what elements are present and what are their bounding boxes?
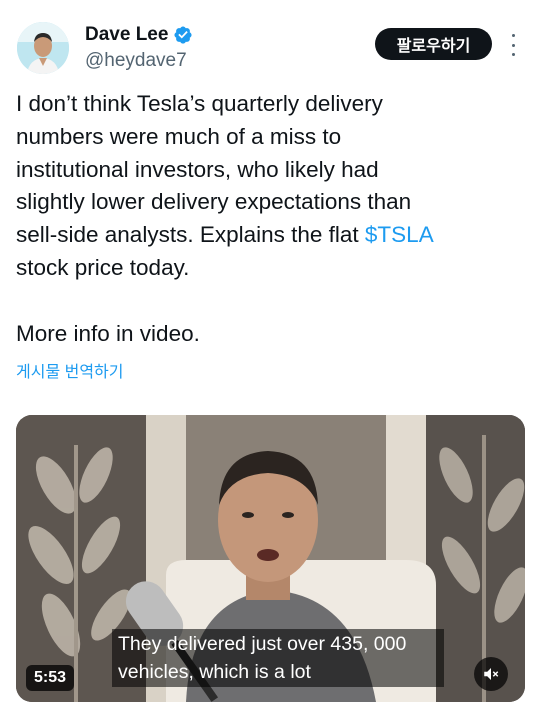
tweet-text: I don’t think Tesla’s quarterly delivery… (16, 88, 526, 350)
video-duration: 5:53 (26, 665, 75, 691)
cashtag-link[interactable]: $TSLA (365, 222, 434, 247)
muted-speaker-icon[interactable] (474, 657, 508, 691)
verified-badge-icon (174, 26, 192, 44)
more-options-icon[interactable] (506, 34, 520, 56)
tweet-text-body: I don’t think Tesla’s quarterly delivery… (16, 91, 412, 248)
follow-button[interactable]: 팔로우하기 (375, 28, 492, 60)
video-player[interactable]: They delivered just over 435, 000 vehicl… (16, 415, 525, 702)
avatar[interactable] (17, 22, 69, 74)
speaker-glyph (484, 668, 499, 680)
tweet-header: Dave Lee @heydave7 팔로우하기 (0, 0, 540, 90)
video-caption: They delivered just over 435, 000 vehicl… (112, 629, 444, 687)
tweet-text-tail: stock price today. More info in video. (16, 254, 200, 346)
caption-line-2: vehicles, which is a lot (118, 661, 311, 683)
name-row: Dave Lee (85, 24, 193, 46)
caption-line-1: They delivered just over 435, 000 (118, 633, 407, 655)
avatar-image (17, 22, 69, 74)
display-name[interactable]: Dave Lee (85, 24, 168, 46)
handle[interactable]: @heydave7 (85, 50, 187, 72)
translate-post-link[interactable]: 게시물 번역하기 (16, 358, 124, 382)
